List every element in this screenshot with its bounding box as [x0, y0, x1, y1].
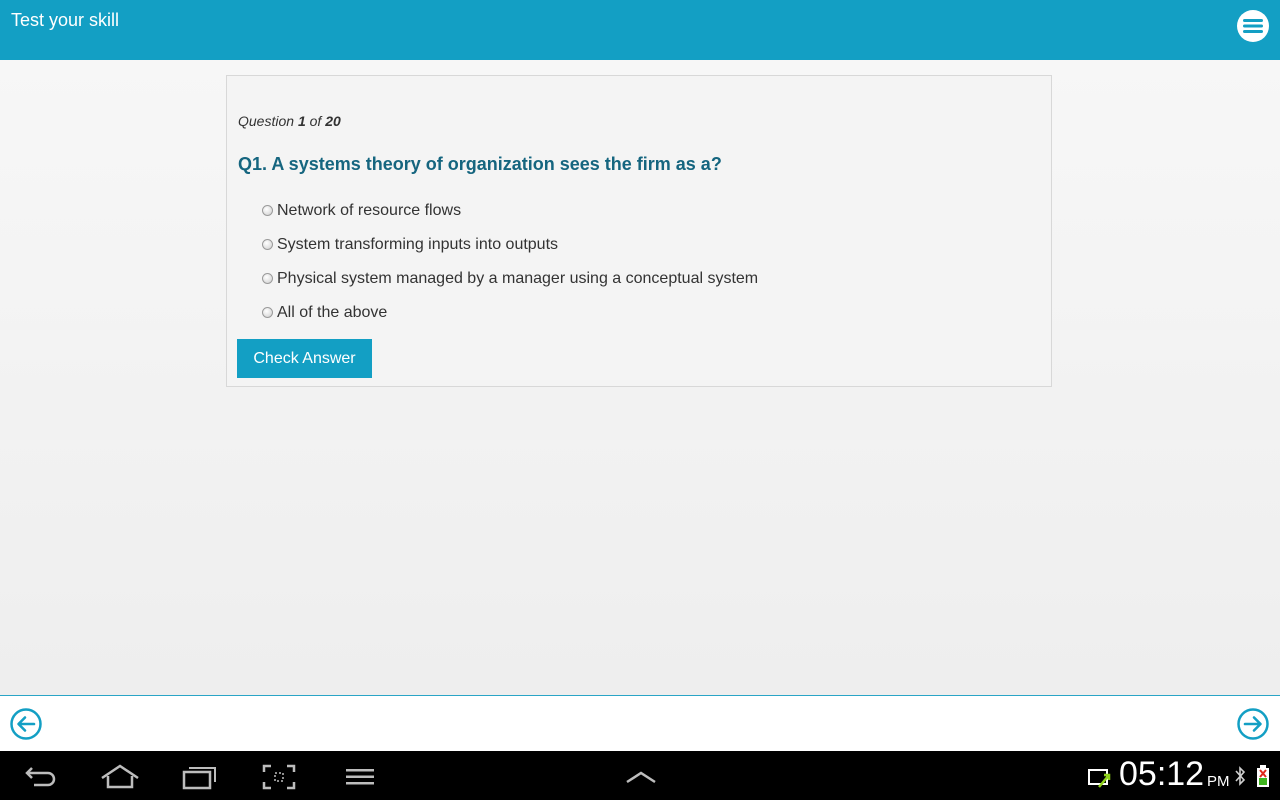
answer-option[interactable]: All of the above [262, 296, 758, 330]
answer-options: Network of resource flows System transfo… [262, 194, 758, 330]
hamburger-menu-icon[interactable] [1237, 10, 1269, 42]
usb-connection-icon [1088, 769, 1111, 788]
question-progress: Question 1 of 20 [238, 113, 341, 129]
option-label[interactable]: Network of resource flows [277, 202, 461, 220]
clock-time: 05:12 [1119, 755, 1205, 793]
option-label[interactable]: System transforming inputs into outputs [277, 236, 558, 254]
radio-button[interactable] [262, 238, 273, 250]
total-questions: 20 [325, 113, 341, 129]
bluetooth-icon [1235, 766, 1246, 786]
answer-option[interactable]: Physical system managed by a manager usi… [262, 262, 758, 296]
battery-icon [1257, 765, 1269, 787]
radio-button[interactable] [262, 272, 273, 284]
answer-option[interactable]: System transforming inputs into outputs [262, 228, 758, 262]
radio-button[interactable] [262, 306, 273, 318]
arrow-left-circle-icon[interactable] [10, 708, 42, 740]
radio-button[interactable] [262, 204, 273, 216]
progress-of-label: of [309, 113, 322, 129]
home-icon[interactable] [100, 764, 140, 790]
menu-icon[interactable] [345, 764, 375, 790]
system-navigation-bar: 05:12 PM [0, 751, 1280, 800]
recent-apps-icon[interactable] [182, 764, 218, 790]
arrow-right-circle-icon[interactable] [1237, 708, 1269, 740]
chevron-up-icon[interactable] [624, 764, 658, 790]
quiz-card: Question 1 of 20 Q1. A systems theory of… [226, 75, 1052, 387]
question-navigation-bar [0, 695, 1280, 751]
app-title: Test your skill [11, 10, 120, 30]
progress-prefix: Question [238, 113, 295, 129]
option-label[interactable]: All of the above [277, 304, 387, 322]
option-label[interactable]: Physical system managed by a manager usi… [277, 270, 758, 288]
app-header: Test your skill [0, 0, 1280, 60]
answer-option[interactable]: Network of resource flows [262, 194, 758, 228]
back-icon[interactable] [24, 764, 58, 790]
question-text: Q1. A systems theory of organization see… [238, 154, 722, 174]
content-area: Question 1 of 20 Q1. A systems theory of… [0, 60, 1280, 695]
clock-ampm: PM [1207, 773, 1230, 790]
check-answer-button[interactable]: Check Answer [237, 339, 372, 378]
current-question-number: 1 [297, 113, 306, 129]
screenshot-icon[interactable] [262, 764, 296, 790]
